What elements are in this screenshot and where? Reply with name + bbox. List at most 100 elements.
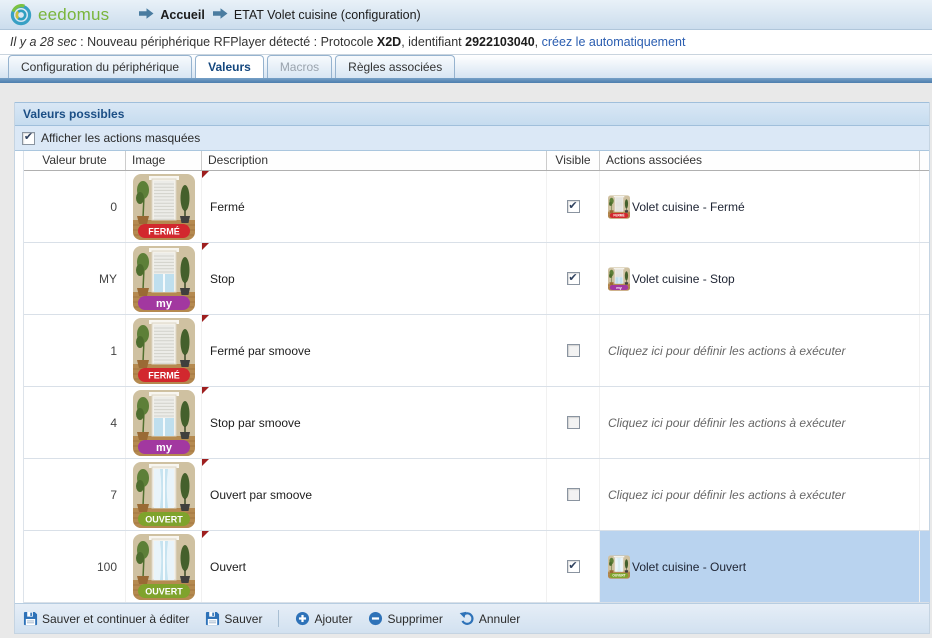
breadcrumb: Accueil ETAT Volet cuisine (configuratio… xyxy=(139,8,420,22)
visible-checkbox[interactable] xyxy=(567,416,580,429)
raw-value-cell: 7 xyxy=(24,459,126,530)
breadcrumb-item-accueil[interactable]: Accueil xyxy=(139,8,204,22)
notification-protocol: X2D xyxy=(377,35,401,49)
state-image-cell[interactable]: my xyxy=(126,387,202,458)
edited-corner-marker xyxy=(202,171,209,178)
action-state-icon: OUVERT xyxy=(608,555,630,579)
state-image-cell[interactable]: OUVERT xyxy=(126,459,202,530)
action-label: Volet cuisine - Ouvert xyxy=(632,560,746,574)
visible-checkbox[interactable] xyxy=(567,200,580,213)
show-hidden-checkbox[interactable] xyxy=(22,132,35,145)
description-cell[interactable]: Stop par smoove xyxy=(202,387,547,458)
actions-cell[interactable]: my Volet cuisine - Stop xyxy=(600,243,920,314)
action-placeholder: Cliquez ici pour définir les actions à e… xyxy=(608,488,845,502)
visible-cell xyxy=(547,387,600,458)
eedomus-logo-icon[interactable] xyxy=(10,4,32,26)
svg-text:OUVERT: OUVERT xyxy=(145,514,183,524)
action-state-icon: my xyxy=(608,267,630,291)
description-text: Ouvert xyxy=(210,560,246,574)
description-cell[interactable]: Ouvert par smoove xyxy=(202,459,547,530)
state-image-cell[interactable]: FERMÉ xyxy=(126,171,202,242)
save-icon xyxy=(205,611,220,626)
description-text: Stop xyxy=(210,272,235,286)
delete-button[interactable]: Supprimer xyxy=(368,611,442,626)
spacer-cell xyxy=(920,243,930,314)
column-header: Image xyxy=(126,151,202,170)
visible-checkbox[interactable] xyxy=(567,488,580,501)
svg-text:FERMÉ: FERMÉ xyxy=(148,226,180,236)
notification-bar: Il y a 28 sec : Nouveau périphérique RFP… xyxy=(0,30,932,55)
undo-button[interactable]: Annuler xyxy=(459,611,520,626)
notification-text: , xyxy=(535,35,542,49)
svg-text:OUVERT: OUVERT xyxy=(612,573,625,577)
tab-regles-associees[interactable]: Règles associées xyxy=(335,55,455,78)
visible-cell xyxy=(547,243,600,314)
button-label: Sauver xyxy=(224,612,262,626)
tab-configuration[interactable]: Configuration du périphérique xyxy=(8,55,192,78)
actions-cell[interactable]: Cliquez ici pour définir les actions à e… xyxy=(600,459,920,530)
actions-cell[interactable]: Cliquez ici pour définir les actions à e… xyxy=(600,387,920,458)
arrow-icon xyxy=(139,8,154,22)
visible-cell xyxy=(547,531,600,602)
save-icon xyxy=(23,611,38,626)
create-automatically-link[interactable]: créez le automatiquement xyxy=(542,35,686,49)
visible-cell xyxy=(547,171,600,242)
button-label: Ajouter xyxy=(314,612,352,626)
brand-name[interactable]: eedomus xyxy=(38,5,109,25)
visible-checkbox[interactable] xyxy=(567,272,580,285)
raw-value-cell: MY xyxy=(24,243,126,314)
arrow-icon xyxy=(213,8,228,22)
svg-text:my: my xyxy=(616,284,622,289)
state-image-cell[interactable]: my xyxy=(126,243,202,314)
tab-bar: Configuration du périphériqueValeursMacr… xyxy=(0,55,932,78)
raw-value-cell: 100 xyxy=(24,531,126,602)
state-image-cell[interactable]: FERMÉ xyxy=(126,315,202,386)
svg-text:FERMÉ: FERMÉ xyxy=(613,212,624,217)
undo-icon xyxy=(459,611,475,626)
actions-cell[interactable]: FERMÉ Volet cuisine - Fermé xyxy=(600,171,920,242)
table-row: 7 OUVERT Ouvert par xyxy=(24,459,929,531)
action-placeholder: Cliquez ici pour définir les actions à e… xyxy=(608,344,845,358)
state-image-cell[interactable]: OUVERT xyxy=(126,531,202,602)
table-header: Valeur bruteImageDescriptionVisibleActio… xyxy=(24,151,929,171)
edited-corner-marker xyxy=(202,243,209,250)
values-table: Valeur bruteImageDescriptionVisibleActio… xyxy=(23,151,929,603)
edited-corner-marker xyxy=(202,531,209,538)
description-cell[interactable]: Ouvert xyxy=(202,531,547,602)
action-label: Volet cuisine - Stop xyxy=(632,272,735,286)
actions-cell[interactable]: Cliquez ici pour définir les actions à e… xyxy=(600,315,920,386)
visible-checkbox[interactable] xyxy=(567,344,580,357)
button-label: Annuler xyxy=(479,612,520,626)
column-header: Description xyxy=(202,151,547,170)
description-cell[interactable]: Stop xyxy=(202,243,547,314)
tab-macros: Macros xyxy=(267,55,332,78)
notification-identifier: 2922103040 xyxy=(465,35,535,49)
toolbar-separator xyxy=(278,610,279,627)
save-continue-button[interactable]: Sauver et continuer à éditer xyxy=(23,611,189,626)
add-icon xyxy=(295,611,310,626)
values-panel: Valeurs possibles Afficher les actions m… xyxy=(14,102,930,634)
breadcrumb-label: ETAT Volet cuisine (configuration) xyxy=(234,8,421,22)
description-text: Stop par smoove xyxy=(210,416,301,430)
actions-cell[interactable]: OUVERT Volet cuisine - Ouvert xyxy=(600,531,920,602)
table-row: 0 FERMÉ Fermé xyxy=(24,171,929,243)
breadcrumb-item-device[interactable]: ETAT Volet cuisine (configuration) xyxy=(213,8,421,22)
add-button[interactable]: Ajouter xyxy=(295,611,352,626)
column-header-spacer xyxy=(920,151,930,170)
description-cell[interactable]: Fermé par smoove xyxy=(202,315,547,386)
visible-cell xyxy=(547,459,600,530)
table-body: 0 FERMÉ Fermé xyxy=(24,171,929,603)
save-button[interactable]: Sauver xyxy=(205,611,262,626)
tab-valeurs[interactable]: Valeurs xyxy=(195,55,264,78)
description-cell[interactable]: Fermé xyxy=(202,171,547,242)
visible-checkbox[interactable] xyxy=(567,560,580,573)
table-row: 1 FERMÉ Fermé par smoove xyxy=(24,315,929,387)
raw-value-cell: 4 xyxy=(24,387,126,458)
notification-separator: : xyxy=(77,35,87,49)
button-label: Sauver et continuer à éditer xyxy=(42,612,189,626)
raw-value-cell: 0 xyxy=(24,171,126,242)
raw-value-cell: 1 xyxy=(24,315,126,386)
column-header: Visible xyxy=(547,151,600,170)
description-text: Fermé par smoove xyxy=(210,344,311,358)
notification-time: Il y a 28 sec xyxy=(10,35,77,49)
